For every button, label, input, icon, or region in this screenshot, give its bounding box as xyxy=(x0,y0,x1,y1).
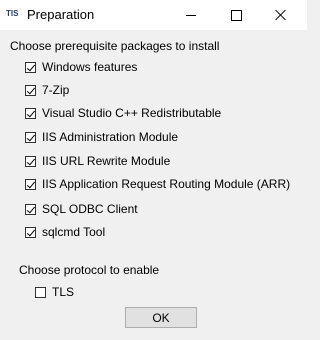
checkbox-label: SQL ODBC Client xyxy=(42,202,138,216)
close-button[interactable] xyxy=(261,0,301,30)
checkbox[interactable] xyxy=(25,61,36,73)
protocol-label: Choose protocol to enable xyxy=(19,263,160,277)
checkbox[interactable] xyxy=(25,131,36,143)
package-checkbox-7zip[interactable]: 7-Zip xyxy=(25,82,69,98)
ok-button[interactable]: OK xyxy=(125,307,197,328)
package-checkbox-iis-url-rewrite[interactable]: IIS URL Rewrite Module xyxy=(25,153,170,169)
package-checkbox-sql-odbc[interactable]: SQL ODBC Client xyxy=(25,201,138,217)
package-checkbox-windows-features[interactable]: Windows features xyxy=(25,59,137,75)
checkbox-label: TLS xyxy=(52,285,75,299)
window-title: Preparation xyxy=(27,7,95,22)
maximize-icon xyxy=(230,9,242,21)
minimize-icon xyxy=(186,14,196,16)
package-checkbox-sqlcmd[interactable]: sqlcmd Tool xyxy=(25,224,105,240)
checkbox-label: IIS Administration Module xyxy=(42,130,179,144)
package-checkbox-iis-admin[interactable]: IIS Administration Module xyxy=(25,129,178,145)
protocol-checkbox-tls[interactable]: TLS xyxy=(35,284,74,300)
checkbox[interactable] xyxy=(25,84,36,96)
checkbox-label: sqlcmd Tool xyxy=(42,225,106,239)
checkbox-label: Windows features xyxy=(42,60,138,74)
maximize-button[interactable] xyxy=(216,0,256,30)
package-checkbox-vc-redist[interactable]: Visual Studio C++ Redistributable xyxy=(25,105,221,121)
checkbox[interactable] xyxy=(25,107,36,119)
minimize-button[interactable] xyxy=(171,0,211,30)
packages-label: Choose prerequisite packages to install xyxy=(10,39,220,53)
checkbox-label: IIS Application Request Routing Module (… xyxy=(42,177,291,191)
title-bar[interactable]: TIS Preparation xyxy=(0,0,307,30)
checkbox[interactable] xyxy=(25,203,36,215)
checkbox[interactable] xyxy=(35,286,46,298)
checkbox[interactable] xyxy=(25,155,36,167)
checkbox[interactable] xyxy=(25,226,36,238)
checkbox-label: IIS URL Rewrite Module xyxy=(42,154,171,168)
checkbox[interactable] xyxy=(25,178,36,190)
app-icon: TIS xyxy=(6,9,19,18)
close-icon xyxy=(275,9,287,21)
package-checkbox-iis-arr[interactable]: IIS Application Request Routing Module (… xyxy=(25,176,290,192)
checkbox-label: 7-Zip xyxy=(42,83,70,97)
checkbox-label: Visual Studio C++ Redistributable xyxy=(42,106,222,120)
